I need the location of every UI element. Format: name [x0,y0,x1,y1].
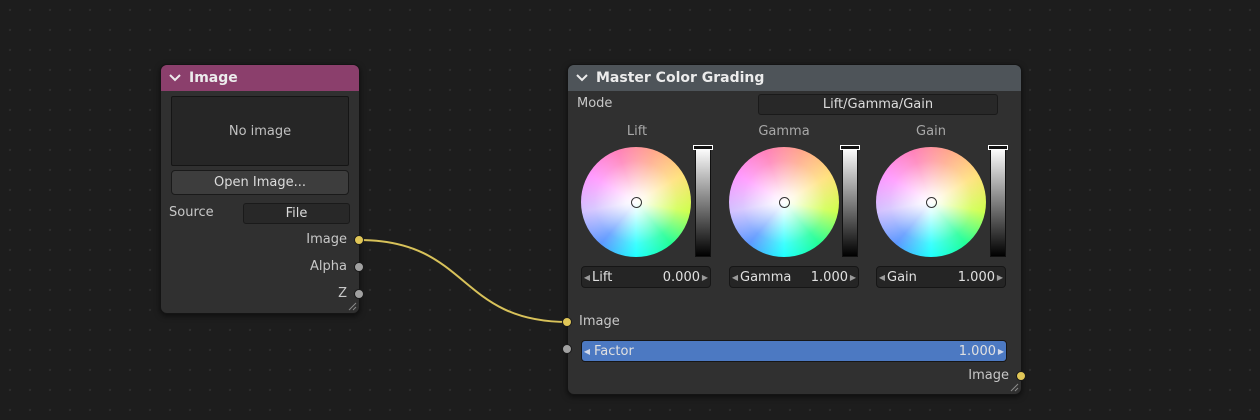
output-label-z: Z [338,286,347,301]
image-node[interactable]: Image No image Open Image... Source File… [160,64,364,314]
output-label-alpha: Alpha [310,259,347,274]
mode-dropdown[interactable]: Lift/Gamma/Gain [758,94,998,115]
wheel-label-gamma: Gamma [758,124,810,139]
color-wheel-lift[interactable] [581,147,691,257]
source-dropdown-value: File [285,206,308,221]
image-link-curve [358,239,569,323]
luminance-slider-gain[interactable] [988,145,1008,257]
input-label-image: Image [579,314,620,329]
lift-field-value: 0.000 [662,269,700,285]
triangle-right-icon[interactable]: ▶ [995,273,1005,282]
triangle-right-icon[interactable]: ▶ [700,273,710,282]
triangle-left-icon[interactable]: ◀ [582,273,592,282]
luminance-handle-gamma[interactable] [840,145,860,150]
luminance-slider-lift[interactable] [693,145,713,257]
triangle-right-icon[interactable]: ▶ [848,273,858,282]
gamma-field[interactable]: ◀ Gamma 1.000 ▶ [729,266,859,288]
luminance-handle-lift[interactable] [693,145,713,150]
input-socket-factor[interactable] [562,344,572,354]
triangle-right-icon[interactable]: ▶ [996,347,1006,356]
wheel-label-lift: Lift [626,124,648,139]
triangle-left-icon[interactable]: ◀ [730,273,740,282]
wheel-handle-gain[interactable] [926,197,937,208]
chevron-down-icon[interactable] [167,74,183,82]
color-grading-header[interactable]: Master Color Grading [568,65,1021,91]
color-wheel-gain[interactable] [876,147,986,257]
luminance-slider-gamma[interactable] [840,145,860,257]
triangle-left-icon[interactable]: ◀ [582,347,592,356]
luminance-handle-gain[interactable] [988,145,1008,150]
gain-field-label: Gain [887,269,917,285]
output-label-image: Image [306,232,347,247]
factor-slider[interactable]: ◀ Factor 1.000 ▶ [581,340,1007,362]
factor-value: 1.000 [958,343,996,359]
chevron-down-icon[interactable] [574,74,590,82]
open-image-button-label: Open Image... [214,175,306,190]
output-socket-z[interactable] [354,289,364,299]
lift-field[interactable]: ◀ Lift 0.000 ▶ [581,266,711,288]
output-socket-alpha[interactable] [354,262,364,272]
image-preview: No image [171,96,349,166]
input-socket-image[interactable] [562,317,572,327]
resize-grip-icon[interactable] [347,301,357,311]
gamma-field-value: 1.000 [810,269,848,285]
output-socket-image[interactable] [1016,371,1026,381]
color-wheel-gamma[interactable] [729,147,839,257]
open-image-button[interactable]: Open Image... [171,170,349,195]
preview-placeholder-text: No image [228,123,292,139]
source-label: Source [169,205,214,220]
mode-dropdown-value: Lift/Gamma/Gain [822,97,934,112]
source-dropdown[interactable]: File [243,203,350,224]
output-socket-image[interactable] [354,235,364,245]
gain-field-value: 1.000 [957,269,995,285]
image-node-header[interactable]: Image [161,65,359,91]
color-grading-node[interactable]: Master Color Grading Mode Lift/Gamma/Gai… [562,64,1026,395]
output-label-image: Image [968,368,1009,383]
wheel-handle-gamma[interactable] [779,197,790,208]
factor-label: Factor [594,343,634,359]
resize-grip-icon[interactable] [1009,382,1019,392]
mode-label: Mode [577,96,613,111]
lift-field-label: Lift [592,269,613,285]
wheel-label-gain: Gain [916,124,946,139]
gain-field[interactable]: ◀ Gain 1.000 ▶ [876,266,1006,288]
color-grading-title: Master Color Grading [596,70,765,86]
wheel-handle-lift[interactable] [631,197,642,208]
gamma-field-label: Gamma [740,269,792,285]
triangle-left-icon[interactable]: ◀ [877,273,887,282]
image-node-title: Image [189,70,238,86]
